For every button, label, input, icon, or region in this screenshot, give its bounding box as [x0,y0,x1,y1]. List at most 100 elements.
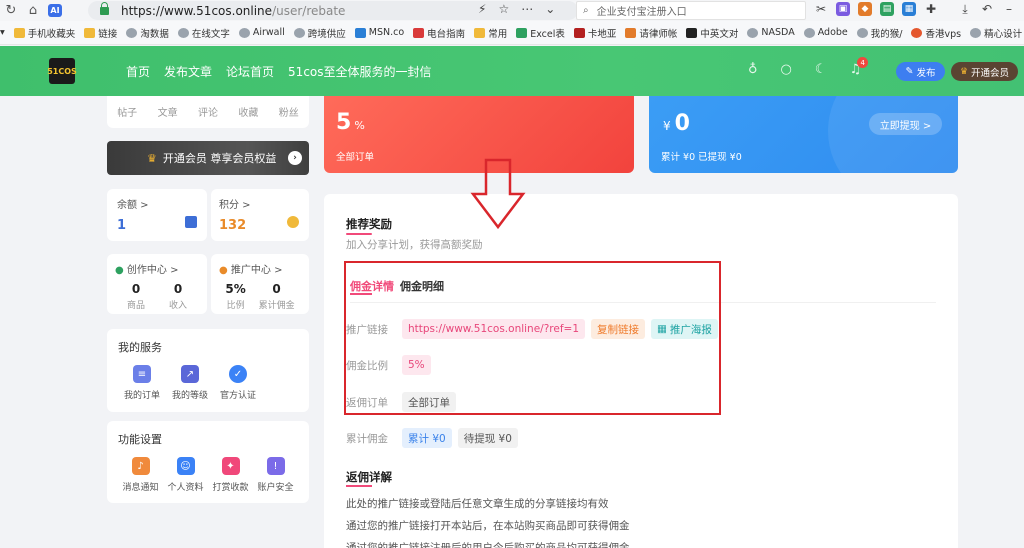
extension-blue-icon[interactable]: ▦ [902,2,916,16]
moon-icon[interactable]: ☾ [815,62,827,77]
bookmark-item[interactable]: 链接 [84,26,117,40]
balance-label: 余额 > [117,200,149,211]
nav-letter[interactable]: 51cos至全体服务的一封信 [288,63,431,80]
bookmark-item[interactable]: 常用 [474,26,507,40]
stat-posts[interactable]: 帖子 [117,104,137,128]
total-commission-label: 累计佣金 [346,432,388,445]
section-title: 推荐奖励 [346,217,392,231]
browser-search-input[interactable]: ⌕ 企业支付宝注册入口 [576,1,806,20]
bookmark-item[interactable]: 电台指南 [413,26,465,40]
rebate-details-underline [346,485,372,487]
function-security[interactable]: ! 账户安全 [253,457,298,493]
translate-icon [686,27,698,38]
creator-center-card[interactable]: ● 创作中心 > 0 商品 0 收入 [107,254,207,314]
bookmark-item[interactable]: NASDA [747,27,795,38]
minimize-icon[interactable]: – [1002,2,1016,16]
bookmark-item[interactable]: 香港vps [911,26,961,40]
bookmark-item[interactable]: 精心设计 [970,26,1022,40]
globe-icon [238,27,250,38]
shield-icon: ! [266,457,285,475]
function-label: 打赏收款 [212,483,249,493]
pending-withdraw-tag: 待提现 ¥0 [457,428,518,448]
bookmark-item[interactable]: Adobe [803,27,848,38]
bookmark-item[interactable]: 请律师帐 [625,26,677,40]
chart-icon: ↗ [181,365,199,383]
function-notifications[interactable]: ♪ 消息通知 [118,457,163,493]
lightning-icon[interactable]: ⚡ [478,2,486,16]
withdraw-button[interactable]: 立即提现 > [869,113,942,135]
promotion-commission-label: 累计佣金 [258,301,295,311]
commission-ratio-caption: 全部订单 [336,152,375,163]
stat-favorites[interactable]: 收藏 [238,104,258,128]
rebate-details-title: 返佣详解 [346,470,392,484]
open-vip-button[interactable]: ♛ 开通会员 [951,62,1018,81]
extension-orange-icon[interactable]: ◆ [858,2,872,16]
url-host: https://www.51cos.online [121,3,273,18]
crown-icon: ♛ [959,66,969,77]
lock-icon [100,1,109,15]
globe-icon [177,27,189,38]
bookmark-item[interactable]: 卡地亚 [573,26,616,40]
puzzle-icon[interactable]: ✚ [924,2,938,16]
bookmark-item[interactable]: MSN.co [354,27,404,38]
folder-icon [13,27,25,38]
bookmark-item[interactable]: 淘数据 [126,26,169,40]
bell-icon[interactable]: ♫ 4 [850,57,869,77]
more-icon[interactable]: ⋯ [521,2,533,16]
search-icon: ⌕ [583,5,589,16]
stat-fans[interactable]: 粉丝 [279,104,299,128]
bookmark-item[interactable]: 跨境供应 [293,26,346,40]
bookmark-item[interactable]: 我的猴/ [856,26,902,40]
nav-forum[interactable]: 论坛首页 [226,63,274,80]
clipboard-icon: ≡ [133,365,151,383]
vip-banner[interactable]: ♛ 开通会员 尊享会员权益 › [107,141,309,175]
undo-icon[interactable]: ↶ [980,2,994,16]
scissors-icon[interactable]: ✂ [814,2,828,16]
vps-icon [911,27,923,38]
extension-purple-icon[interactable]: ▣ [836,2,850,16]
ai-icon[interactable]: AI [48,4,62,17]
bookmark-item[interactable]: Airwall [238,27,285,38]
points-card[interactable]: 积分 > 132 [211,189,309,241]
function-settings-card: 功能设置 ♪ 消息通知 ☺ 个人资料 ✦ 打赏收款 ! 账户安全 [107,421,309,503]
crown-icon: ♛ [147,151,157,165]
commission-ratio-value: 5% [336,110,365,135]
annotation-highlight-box [344,261,721,415]
globe-icon [293,27,305,38]
home-icon[interactable]: ⌂ [22,0,44,21]
promotion-center-card[interactable]: ● 推广中心 > 5% 比例 0 累计佣金 [211,254,309,314]
lightbulb-icon[interactable]: ♁ [748,62,758,77]
bookmark-item[interactable]: Excel表 [516,26,565,40]
stat-comments[interactable]: 评论 [198,104,218,128]
function-profile[interactable]: ☺ 个人资料 [163,457,208,493]
nav-publish-article[interactable]: 发布文章 [164,63,212,80]
service-verification[interactable]: ✓ 官方认证 [214,365,262,401]
search-icon[interactable]: ○ [781,62,792,77]
lawyer-icon [625,27,637,38]
nav-home[interactable]: 首页 [126,63,150,80]
bookmark-item[interactable]: 手机收藏夹 [13,26,75,40]
function-tips[interactable]: ✦ 打赏收款 [208,457,253,493]
balance-card[interactable]: 余额 > 1 [107,189,207,241]
creator-income: 0 [173,282,183,296]
bookmark-item[interactable]: 在线文字 [177,26,230,40]
promotion-stats: 5% 比例 0 累计佣金 [219,282,301,311]
bookmark-item[interactable]: ▾ [0,27,5,38]
publish-button[interactable]: ✎ 发布 [896,62,945,81]
star-icon[interactable]: ☆ [498,2,509,16]
rebate-paragraph: 通过您的推广链接注册后的用户今后购买的商品均可获得佣金 [346,542,630,548]
stat-articles[interactable]: 文章 [158,104,178,128]
service-my-orders[interactable]: ≡ 我的订单 [118,365,166,401]
site-logo[interactable]: 51COS [47,58,77,84]
chevron-right-icon: › [288,151,302,165]
rebate-paragraph: 通过您的推广链接打开本站后，在本站购买商品即可获得佣金 [346,520,630,532]
download-icon[interactable]: ⤓ [958,2,972,16]
reload-icon[interactable]: ↻ [0,0,22,21]
bell-icon: ♪ [131,457,150,475]
folder-icon [84,27,96,38]
bookmark-item[interactable]: 中英文对 [686,26,738,40]
service-my-level[interactable]: ↗ 我的等级 [166,365,214,401]
my-services-title: 我的服务 [118,341,162,354]
chevron-down-icon[interactable]: ⌄ [545,2,555,16]
extension-green-icon[interactable]: ▤ [880,2,894,16]
